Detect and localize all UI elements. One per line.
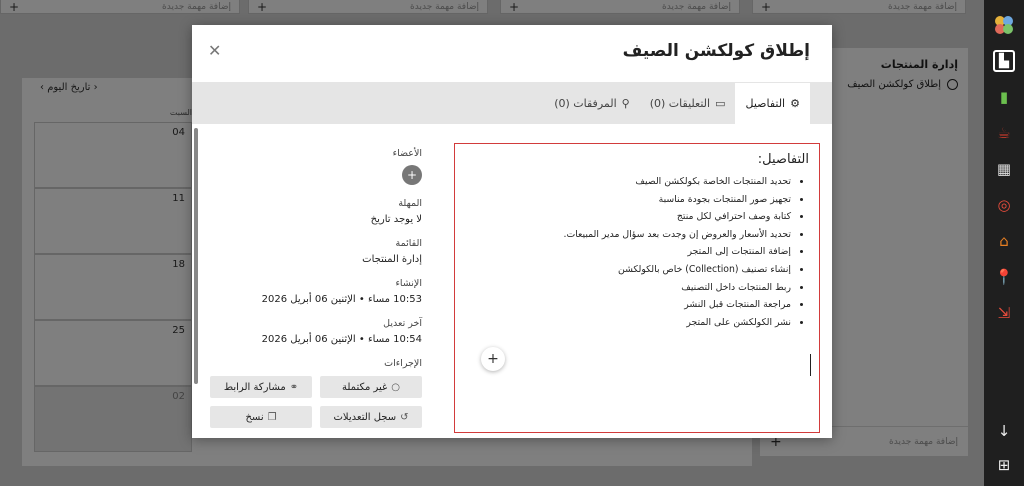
button-label: سجل التعديلات <box>333 411 397 423</box>
import-icon[interactable]: ⇲ <box>993 302 1015 324</box>
tab-comments[interactable]: ▭ التعليقات (0) <box>640 83 736 124</box>
coffee-icon[interactable]: ☕ <box>993 122 1015 144</box>
list-item: مراجعة المنتجات قبل النشر <box>465 296 791 314</box>
list-label: القائمة <box>395 238 422 249</box>
task-modal: إطلاق كولكشن الصيف ✕ ⚙ التفاصيل ▭ التعلي… <box>192 25 832 438</box>
target-icon[interactable]: ◎ <box>993 194 1015 216</box>
tab-label: التفاصيل <box>745 97 786 110</box>
modified-label: آخر تعديل <box>383 318 422 329</box>
history-button[interactable]: ↺ سجل التعديلات <box>320 406 422 428</box>
scrollbar[interactable] <box>194 128 198 384</box>
list-item: تحديد الأسعار والعروض إن وجدت بعد سؤال م… <box>465 226 791 244</box>
list-item: نشر الكولكشن على المتجر <box>465 314 791 332</box>
modal-body: التفاصيل: تحديد المنتجات الخاصة بكولكشن … <box>192 124 832 438</box>
deadline-value[interactable]: لا يوجد تاريخ <box>192 214 422 225</box>
history-icon: ↺ <box>400 411 409 423</box>
list-item: إضافة المنتجات إلى المتجر <box>465 243 791 261</box>
list-item: ربط المنتجات داخل التصنيف <box>465 279 791 297</box>
gear-icon: ⚙ <box>790 97 800 110</box>
created-value: 10:53 مساء • الإثنين 06 أبريل 2026 <box>261 294 422 305</box>
text-caret <box>810 354 811 376</box>
arrow-down-icon[interactable]: ↓ <box>998 422 1011 440</box>
board-logo-icon[interactable]: ▙ <box>993 50 1015 72</box>
list-item: كتابة وصف احترافي لكل منتج <box>465 208 791 226</box>
button-label: نسخ <box>245 411 264 423</box>
avatar[interactable] <box>993 14 1015 36</box>
details-heading: التفاصيل: <box>757 152 809 167</box>
tab-label: المرفقات (0) <box>554 97 617 110</box>
circle-icon: ○ <box>391 381 401 393</box>
sidebar-bottom: ↓ ⊞ <box>998 422 1011 474</box>
tab-details[interactable]: ⚙ التفاصيل <box>735 83 810 124</box>
house-icon[interactable]: ⌂ <box>993 230 1015 252</box>
copy-icon: ❐ <box>267 411 277 423</box>
link-icon: ⚭ <box>289 381 299 393</box>
modal-tabs: ⚙ التفاصيل ▭ التعليقات (0) ⚲ المرفقات (0… <box>192 83 832 124</box>
checkered-flag-icon[interactable]: ▦ <box>993 158 1015 180</box>
members-label: الأعضاء <box>392 148 422 159</box>
paperclip-icon: ⚲ <box>621 97 630 110</box>
tab-attachments[interactable]: ⚲ المرفقات (0) <box>544 83 640 124</box>
mark-incomplete-button[interactable]: ○ غير مكتملة <box>320 376 422 398</box>
app-sidebar: ▙ ▮ ☕ ▦ ◎ ⌂ 📍 ⇲ ↓ ⊞ <box>984 0 1024 486</box>
button-label: مشاركة الرابط <box>223 381 286 393</box>
actions-grid: ○ غير مكتملة ⚭ مشاركة الرابط ↺ سجل التعد… <box>192 376 422 428</box>
task-meta-panel: الأعضاء + المهلة لا يوجد تاريخ القائمة إ… <box>192 124 432 438</box>
list-value: إدارة المنتجات <box>362 254 422 265</box>
copy-button[interactable]: ❐ نسخ <box>210 406 312 428</box>
add-square-icon[interactable]: ⊞ <box>998 456 1011 474</box>
add-block-button[interactable]: + <box>481 347 505 371</box>
deadline-label: المهلة <box>398 198 422 209</box>
map-icon[interactable]: ▮ <box>993 86 1015 108</box>
button-label: غير مكتملة <box>341 381 388 393</box>
list-item: تحديد المنتجات الخاصة بكولكشن الصيف <box>465 173 791 191</box>
list-item: تجهيز صور المنتجات بجودة مناسبة <box>465 191 791 209</box>
details-editor[interactable]: التفاصيل: تحديد المنتجات الخاصة بكولكشن … <box>454 143 820 433</box>
modified-value: 10:54 مساء • الإثنين 06 أبريل 2026 <box>261 334 422 345</box>
actions-label: الإجراءات <box>384 358 422 369</box>
close-icon[interactable]: ✕ <box>208 41 221 60</box>
comment-icon: ▭ <box>715 97 726 110</box>
tab-label: التعليقات (0) <box>649 97 711 110</box>
add-member-button[interactable]: + <box>402 165 422 185</box>
list-item: إنشاء تصنيف (Collection) خاص بالكولكشن <box>465 261 791 279</box>
created-label: الإنشاء <box>395 278 422 289</box>
pin-icon[interactable]: 📍 <box>993 266 1015 288</box>
details-list: تحديد المنتجات الخاصة بكولكشن الصيف تجهي… <box>465 173 809 331</box>
modal-title: إطلاق كولكشن الصيف <box>622 41 810 61</box>
share-link-button[interactable]: ⚭ مشاركة الرابط <box>210 376 312 398</box>
modal-header: إطلاق كولكشن الصيف ✕ <box>192 25 832 83</box>
